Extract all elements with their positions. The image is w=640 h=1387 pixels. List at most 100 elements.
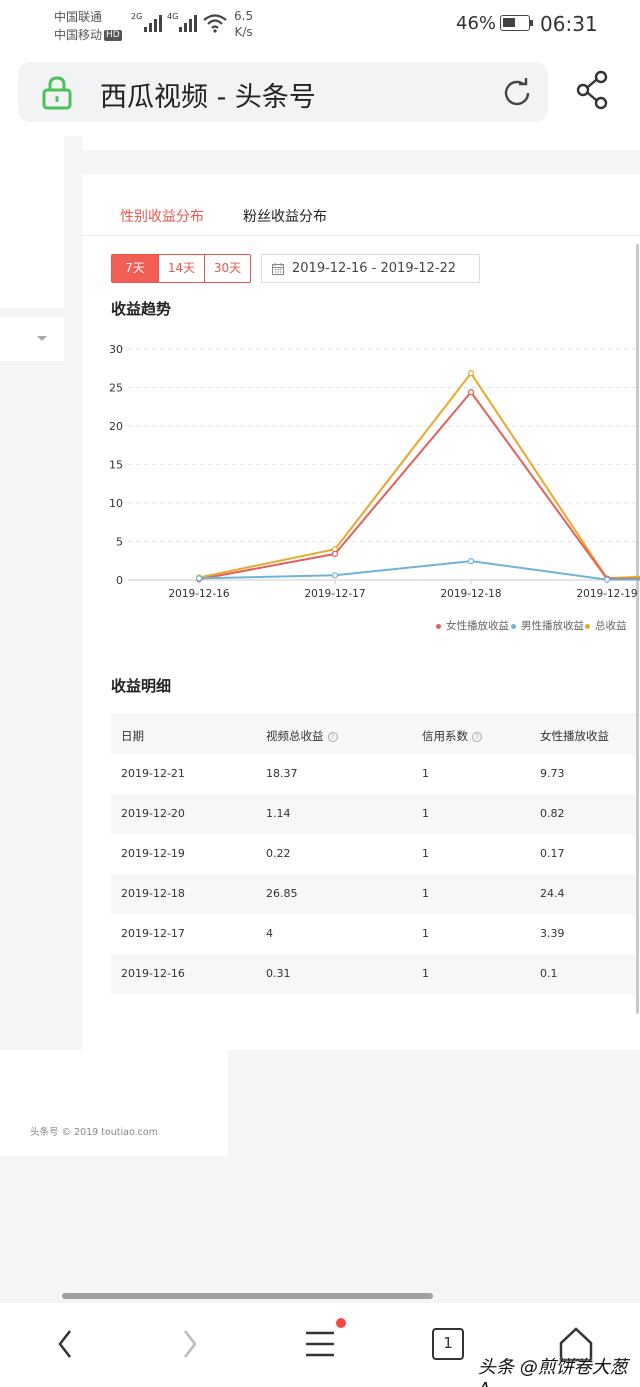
clock: 06:31: [540, 12, 598, 36]
table-cell: 0.17: [540, 847, 565, 860]
data-point: [195, 575, 203, 582]
footer-copyright: 头条号 © 2019 toutiao.com: [30, 1127, 158, 1138]
table-cell: 3.39: [540, 927, 565, 940]
data-point: [467, 370, 475, 377]
range-selector: 7天 14天 30天: [111, 254, 251, 283]
signal-bars-1-icon: [144, 14, 162, 32]
chart-legend-2: 男性播放收益: [511, 618, 584, 633]
table-cell: 18.37: [266, 767, 298, 780]
data-point: [467, 558, 475, 565]
y-tick-label: 20: [109, 420, 123, 433]
table-row: 2019-12-16 0.31 1 0.1: [111, 954, 636, 994]
header-date: 日期: [121, 729, 144, 743]
y-tick-label: 0: [116, 574, 123, 587]
table-cell: 1: [422, 887, 429, 900]
table-cell: 2019-12-16: [121, 967, 185, 980]
legend-label-total: 总收益: [595, 620, 627, 632]
calendar-icon: [272, 263, 284, 275]
browser-toolbar: 西瓜视频 - 头条号: [0, 50, 640, 136]
y-tick-label: 15: [109, 459, 123, 472]
top-strip: [82, 136, 640, 150]
date-range-text: 2019-12-16 - 2019-12-22: [292, 261, 457, 276]
revenue-table: 日期 视频总收益? 信用系数? 女性播放收益 2019-12-21 18.37 1 9…: [111, 714, 636, 994]
data-point: [603, 576, 611, 583]
tab-fan-revenue[interactable]: 粉丝收益分布: [243, 206, 327, 226]
x-tick-label: 2019-12-16: [168, 588, 229, 600]
table-cell: 2019-12-17: [121, 927, 185, 940]
series-line-total: [198, 371, 640, 580]
table-cell: 2019-12-20: [121, 807, 185, 820]
share-icon[interactable]: [575, 70, 611, 110]
header-female-revenue: 女性播放收益: [540, 729, 609, 743]
chevron-down-icon[interactable]: [37, 336, 47, 341]
x-tick-label: 2019-12-19: [576, 588, 637, 600]
range-7-days-button[interactable]: 7天: [112, 255, 158, 282]
carrier-1: 中国联通: [54, 10, 103, 24]
data-point: [331, 550, 339, 557]
table-cell: 26.85: [266, 887, 298, 900]
speed-value: 6.5: [234, 9, 254, 23]
table-row: 2019-12-17 4 1 3.39: [111, 914, 636, 954]
speed-unit: K/s: [234, 25, 253, 39]
y-tick-label: 10: [109, 497, 123, 510]
horizontal-scrollbar[interactable]: [62, 1293, 433, 1299]
table-cell: 1: [422, 967, 429, 980]
table-cell: 1: [422, 807, 429, 820]
help-icon[interactable]: ?: [472, 731, 482, 742]
data-point: [467, 389, 475, 396]
y-tick-label: 5: [116, 536, 123, 549]
table-cell: 0.22: [266, 847, 291, 860]
notification-dot: [336, 1318, 346, 1328]
tab-gender-revenue[interactable]: 性别收益分布: [120, 206, 204, 226]
table-cell: 1: [422, 847, 429, 860]
data-point: [331, 572, 339, 579]
table-header: 日期 视频总收益? 信用系数? 女性播放收益: [111, 714, 636, 754]
header-total-revenue: 视频总收益?: [266, 728, 338, 744]
address-bar[interactable]: 西瓜视频 - 头条号: [18, 62, 548, 122]
carrier-2: 中国移动: [54, 28, 103, 42]
carrier-info: 中国联通 中国移动 HD: [54, 8, 122, 44]
network-type-2: 4G: [167, 12, 179, 21]
header-credit-label: 信用系数: [422, 729, 468, 743]
help-icon[interactable]: ?: [327, 731, 338, 742]
network-type-1: 2G: [131, 12, 143, 21]
forward-icon[interactable]: [180, 1328, 200, 1360]
revenue-trend-chart: 0 5 10 15 20 25 30 2019-12-16 2019-12-17 2019-12-…: [109, 343, 640, 600]
trend-title: 收益趋势: [111, 300, 172, 318]
menu-icon[interactable]: [304, 1330, 336, 1358]
x-tick-label: 2019-12-17: [304, 588, 365, 600]
date-range-picker[interactable]: 2019-12-16 - 2019-12-22: [261, 254, 480, 283]
header-credit: 信用系数?: [422, 728, 482, 744]
table-cell: 4: [266, 927, 273, 940]
tab-count-button[interactable]: 1: [432, 1328, 464, 1360]
table-cell: 1: [422, 767, 429, 780]
reload-icon[interactable]: [500, 76, 534, 110]
legend-item-total[interactable]: 总收益: [585, 620, 627, 632]
range-14-days-button[interactable]: 14天: [158, 255, 204, 282]
table-row: 2019-12-20 1.14 1 0.82: [111, 794, 636, 834]
table-cell: 24.4: [540, 887, 565, 900]
legend-item-male[interactable]: 男性播放收益: [511, 620, 584, 632]
chart-legend: 女性播放收益: [436, 618, 509, 633]
table-cell: 2019-12-18: [121, 887, 185, 900]
side-select[interactable]: [0, 317, 64, 361]
hd-badge: HD: [104, 30, 122, 41]
table-cell: 1: [422, 927, 429, 940]
series-line-female: [198, 390, 640, 581]
wifi-icon: [203, 14, 227, 33]
network-speed: 6.5 K/s: [234, 8, 253, 40]
detail-title: 收益明细: [111, 677, 172, 695]
side-panel: [0, 136, 64, 308]
range-30-days-button[interactable]: 30天: [204, 255, 250, 282]
table-cell: 0.1: [540, 967, 558, 980]
table-cell: 9.73: [540, 767, 565, 780]
table-cell: 2019-12-21: [121, 767, 185, 780]
watermark: 头条 @煎饼卷大葱A: [478, 1357, 628, 1387]
x-tick-label: 2019-12-18: [440, 588, 501, 600]
legend-item-female[interactable]: 女性播放收益: [436, 620, 509, 632]
battery-percent: 46%: [456, 13, 497, 34]
lock-icon: [42, 76, 72, 110]
back-icon[interactable]: [55, 1328, 75, 1360]
table-row: 2019-12-21 18.37 1 9.73: [111, 754, 636, 794]
footer-card: [0, 1050, 228, 1156]
